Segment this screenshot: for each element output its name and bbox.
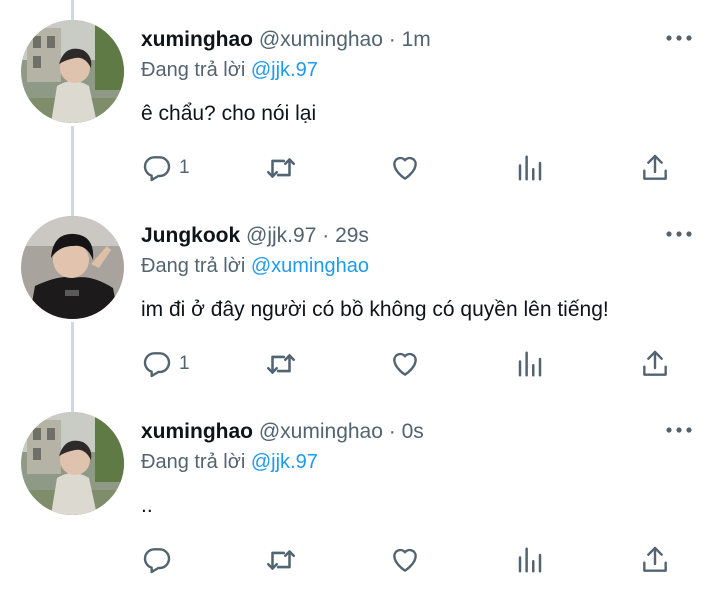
separator: ·: [388, 420, 396, 443]
handle[interactable]: @xuminghao: [259, 28, 383, 51]
like-button[interactable]: [389, 346, 421, 382]
replying-to: Đang trả lời @jjk.97: [141, 59, 318, 82]
like-button[interactable]: [389, 150, 421, 186]
action-bar: [0, 542, 720, 578]
retweet-icon: [266, 158, 296, 178]
display-name[interactable]: Jungkook: [141, 224, 240, 247]
reply-count: 1: [179, 353, 190, 374]
reply-mention-link[interactable]: @jjk.97: [251, 451, 318, 473]
action-bar: 1: [0, 150, 720, 186]
tweet[interactable]: Jungkook @jjk.97 · 29s Đang trả lời @xum…: [0, 196, 720, 392]
reply-mention-link[interactable]: @jjk.97: [251, 59, 318, 81]
tweet-header: Jungkook @jjk.97 · 29s: [141, 224, 369, 248]
retweet-button[interactable]: [264, 150, 298, 186]
display-name[interactable]: xuminghao: [141, 420, 253, 443]
share-button[interactable]: [639, 150, 671, 186]
reply-icon: [143, 156, 171, 182]
more-icon: [666, 35, 692, 41]
more-button[interactable]: [662, 418, 696, 442]
tweet-text: ê chẩu? cho nói lại: [141, 102, 317, 125]
avatar[interactable]: [21, 20, 124, 123]
views-button[interactable]: [515, 542, 545, 578]
tweet[interactable]: xuminghao @xuminghao · 0s Đang trả lời @…: [0, 392, 720, 588]
separator: ·: [322, 224, 330, 247]
more-icon: [666, 231, 692, 237]
share-icon: [643, 154, 667, 180]
share-icon: [643, 546, 667, 572]
reply-mention-link[interactable]: @xuminghao: [251, 255, 369, 277]
handle[interactable]: @xuminghao: [259, 420, 383, 443]
like-button[interactable]: [389, 542, 421, 578]
retweet-button[interactable]: [264, 542, 298, 578]
views-button[interactable]: [515, 346, 545, 382]
more-icon: [666, 427, 692, 433]
retweet-icon: [266, 550, 296, 570]
reply-icon: [143, 352, 171, 378]
reply-button[interactable]: [141, 542, 179, 578]
views-button[interactable]: [515, 150, 545, 186]
timestamp[interactable]: 29s: [335, 224, 369, 247]
heart-icon: [393, 548, 417, 572]
reply-count: 1: [179, 157, 190, 178]
avatar[interactable]: [21, 412, 124, 515]
reply-prefix: Đang trả lời: [141, 255, 246, 277]
reply-prefix: Đang trả lời: [141, 59, 246, 81]
share-icon: [643, 350, 667, 376]
handle[interactable]: @jjk.97: [246, 224, 316, 247]
replying-to: Đang trả lời @xuminghao: [141, 255, 369, 278]
display-name[interactable]: xuminghao: [141, 28, 253, 51]
retweet-icon: [266, 354, 296, 374]
analytics-icon: [518, 547, 542, 573]
more-button[interactable]: [662, 26, 696, 50]
reply-button[interactable]: 1: [141, 346, 190, 382]
reply-button[interactable]: 1: [141, 150, 190, 186]
tweet[interactable]: xuminghao @xuminghao · 1m Đang trả lời @…: [0, 0, 720, 196]
tweet-text: ..: [141, 494, 153, 517]
timestamp[interactable]: 1m: [402, 28, 431, 51]
separator: ·: [388, 28, 396, 51]
timestamp[interactable]: 0s: [402, 420, 424, 443]
action-bar: 1: [0, 346, 720, 382]
reply-icon: [143, 548, 171, 574]
heart-icon: [393, 352, 417, 376]
more-button[interactable]: [662, 222, 696, 246]
tweet-header: xuminghao @xuminghao · 0s: [141, 420, 424, 444]
retweet-button[interactable]: [264, 346, 298, 382]
tweet-text: im đi ở đây người có bồ không có quyền l…: [141, 298, 609, 321]
analytics-icon: [518, 351, 542, 377]
share-button[interactable]: [639, 346, 671, 382]
share-button[interactable]: [639, 542, 671, 578]
reply-prefix: Đang trả lời: [141, 451, 246, 473]
heart-icon: [393, 156, 417, 180]
avatar[interactable]: [21, 216, 124, 319]
tweet-header: xuminghao @xuminghao · 1m: [141, 28, 431, 52]
replying-to: Đang trả lời @jjk.97: [141, 451, 318, 474]
analytics-icon: [518, 155, 542, 181]
